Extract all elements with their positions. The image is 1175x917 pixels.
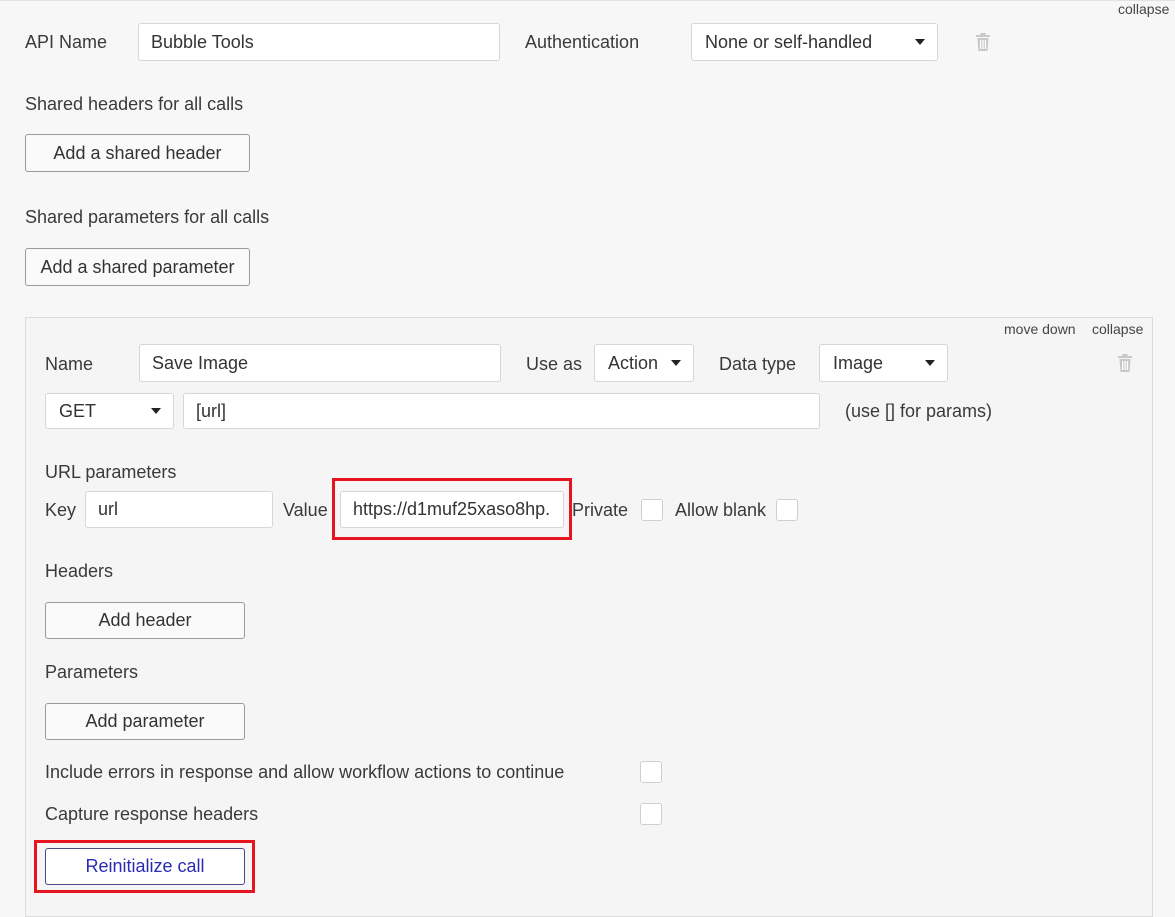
trash-icon[interactable] [975, 33, 991, 51]
add-parameter-button[interactable]: Add parameter [45, 703, 245, 740]
key-label: Key [45, 500, 77, 520]
api-name-input[interactable] [138, 23, 500, 61]
api-name-label: API Name [25, 32, 108, 52]
call-name-label: Name [45, 354, 94, 374]
use-as-label: Use as [526, 354, 583, 374]
api-collapse-link[interactable]: collapse [1118, 1, 1169, 17]
url-hint: (use [] for params) [845, 401, 993, 421]
trash-icon[interactable] [1117, 354, 1133, 372]
move-down-link[interactable]: move down [1004, 321, 1076, 337]
top-divider [0, 0, 1175, 1]
authentication-dropdown[interactable]: None or self-handled [691, 23, 938, 61]
caret-down-icon [925, 360, 935, 366]
value-highlight-box [332, 478, 572, 540]
http-method-dropdown[interactable]: GET [45, 393, 174, 429]
include-errors-label: Include errors in response and allow wor… [45, 762, 565, 782]
caret-down-icon [151, 408, 161, 414]
add-header-button[interactable]: Add header [45, 602, 245, 639]
call-collapse-link[interactable]: collapse [1092, 321, 1143, 337]
capture-headers-checkbox[interactable] [640, 803, 662, 825]
allow-blank-label: Allow blank [675, 500, 767, 520]
private-label: Private [572, 500, 629, 520]
include-errors-checkbox[interactable] [640, 761, 662, 783]
private-checkbox[interactable] [641, 499, 663, 521]
data-type-value: Image [833, 352, 884, 373]
parameters-label: Parameters [45, 662, 139, 682]
value-label: Value [283, 500, 328, 520]
caret-down-icon [671, 360, 681, 366]
capture-headers-label: Capture response headers [45, 804, 259, 824]
reinitialize-highlight-box [34, 840, 255, 893]
http-method-value: GET [59, 400, 97, 421]
caret-down-icon [915, 39, 925, 45]
shared-parameters-label: Shared parameters for all calls [25, 207, 270, 227]
add-shared-header-button[interactable]: Add a shared header [25, 134, 250, 172]
authentication-label: Authentication [525, 32, 640, 52]
use-as-value: Action [608, 352, 659, 373]
call-name-input[interactable] [139, 344, 501, 382]
add-shared-parameter-button[interactable]: Add a shared parameter [25, 248, 250, 286]
url-input[interactable] [183, 393, 820, 429]
use-as-dropdown[interactable]: Action [594, 344, 694, 382]
data-type-label: Data type [719, 354, 797, 374]
shared-headers-label: Shared headers for all calls [25, 94, 244, 114]
allow-blank-checkbox[interactable] [776, 499, 798, 521]
authentication-value: None or self-handled [705, 31, 873, 52]
param-key-input[interactable] [85, 491, 273, 528]
url-parameters-label: URL parameters [45, 462, 177, 482]
headers-label: Headers [45, 561, 114, 581]
data-type-dropdown[interactable]: Image [819, 344, 948, 382]
